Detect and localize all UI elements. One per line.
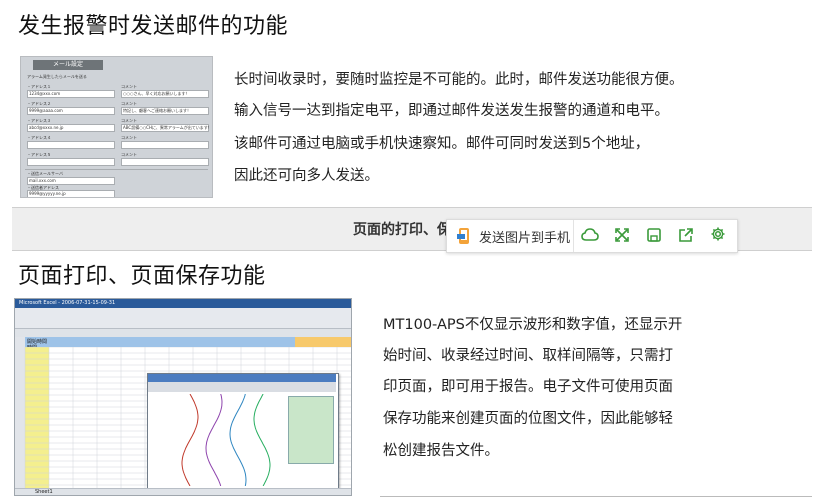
smtp-value: mail.xxx.com (29, 178, 56, 183)
share-toolbar: 发送图片到手机 (446, 219, 738, 253)
waveform-trace (181, 394, 199, 486)
bottom-divider (380, 496, 812, 497)
waveform-window (147, 373, 339, 491)
comment-value: ABC設備○○CHに、異常アラームが出ています！ (123, 125, 212, 130)
address-value: 9999@aaaa.com (29, 108, 63, 113)
address-field (27, 141, 115, 149)
section-title-mail: 发生报警时发送邮件的功能 (18, 14, 289, 39)
window-title: Microsoft Excel - 2006-07-31-15-09-31 (19, 300, 116, 306)
mail-settings-screenshot: メール設定 アラーム発生したらメールを送る ・アドレス１ コメント 1234@x… (20, 56, 213, 198)
spreadsheet-screenshot: Microsoft Excel - 2006-07-31-15-09-31 開始… (14, 298, 352, 496)
waveform-plot (181, 394, 271, 486)
comment-value: ○○○さん、早く対応お願いします！ (123, 91, 190, 96)
paragraph-line: 长时间收录时，要随时监控是不可能的。此时，邮件发送功能很方便。 (234, 72, 684, 88)
address-value: abcd@xxxx.ne.jp (29, 125, 64, 130)
comment-field (121, 141, 209, 149)
fullscreen-button[interactable] (609, 220, 635, 252)
address-field (27, 158, 115, 166)
comment-value: 特記し、顧客へご連絡お願いします！ (123, 108, 191, 113)
paragraph-line: 因此还可向多人发送。 (234, 168, 379, 184)
cloud-icon (581, 227, 599, 246)
save-button[interactable] (641, 220, 667, 252)
waveform-trace (205, 394, 223, 486)
column-headers (15, 329, 351, 337)
comment-field (121, 158, 209, 166)
sheet-tabs-bar (15, 488, 351, 495)
toolbar-separator (573, 220, 574, 252)
toolbar-area (15, 308, 351, 329)
gear-icon (710, 226, 726, 246)
paragraph-line: 保存功能来创建页面的位图文件，因此能够轻 (383, 411, 673, 427)
channel-panel (288, 396, 334, 464)
paragraph-line: 输入信号一达到指定电平，即通过邮件发送发生报警的通道和电平。 (234, 103, 669, 119)
settings-button[interactable] (705, 220, 731, 252)
phone-send-icon (455, 227, 473, 245)
share-icon (679, 227, 693, 246)
paragraph-line: 印页面，即可用于报告。电子文件可使用页面 (383, 379, 673, 395)
cloud-button[interactable] (577, 220, 603, 252)
sender-value: 9999@yyyyy.ne.jp (29, 191, 66, 196)
paragraph-line: 始时间、收录经过时间、取样间隔等，只需打 (383, 348, 673, 364)
band-title: 页面的打印、保 (353, 222, 451, 238)
divider (25, 169, 208, 170)
paragraph-line: 松创建报告文件。 (383, 443, 499, 459)
address-value: 1234@xxx.com (29, 91, 61, 96)
send-to-phone-label: 发送图片到手机 (479, 230, 571, 246)
section-title-print: 页面打印、页面保存功能 (18, 264, 266, 289)
send-to-phone-button[interactable]: 发送图片到手机 (455, 220, 571, 252)
waveform-trace (229, 394, 247, 486)
sheet-tab: Sheet1 (35, 489, 53, 495)
highlight-cells (295, 337, 351, 347)
waveform-trace (253, 394, 271, 486)
mail-settings-title: メール設定 (33, 60, 103, 70)
alarm-checkbox-label: アラーム発生したらメールを送る (27, 74, 87, 79)
waveform-toolbar (148, 382, 336, 392)
waveform-titlebar (148, 374, 336, 382)
save-icon (647, 227, 661, 246)
share-button[interactable] (673, 220, 699, 252)
paragraph-line: MT100-APS不仅显示波形和数字值，还显示开 (383, 317, 683, 333)
paragraph-line: 该邮件可通过电脑或手机快速察知。邮件可同时发送到5个地址， (234, 136, 650, 152)
expand-icon (615, 227, 629, 246)
